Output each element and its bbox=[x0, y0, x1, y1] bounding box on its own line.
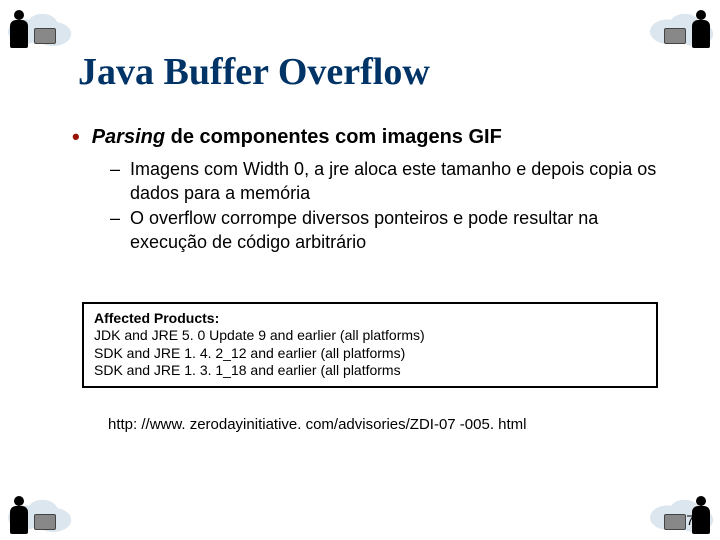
dash-icon: – bbox=[110, 158, 120, 181]
bullet-main-text: Parsing de componentes com imagens GIF bbox=[92, 124, 502, 150]
bullet-sub: – Imagens com Width 0, a jre aloca este … bbox=[110, 158, 670, 205]
decoration-cloud-bottom-left bbox=[4, 490, 74, 536]
bullet-main-italic: Parsing bbox=[92, 126, 165, 148]
dash-icon: – bbox=[110, 207, 120, 230]
bullet-sub-text: O overflow corrompe diversos ponteiros e… bbox=[130, 207, 670, 254]
computer-icon bbox=[34, 514, 56, 530]
affected-line: SDK and JRE 1. 4. 2_12 and earlier (all … bbox=[94, 345, 405, 361]
bullet-main: • Parsing de componentes com imagens GIF bbox=[70, 124, 670, 150]
person-icon bbox=[10, 20, 28, 48]
computer-icon bbox=[664, 514, 686, 530]
computer-icon bbox=[34, 28, 56, 44]
affected-line: JDK and JRE 5. 0 Update 9 and earlier (a… bbox=[94, 327, 425, 343]
reference-url: http: //www. zerodayinitiative. com/advi… bbox=[108, 416, 670, 433]
slide: Java Buffer Overflow • Parsing de compon… bbox=[0, 0, 720, 540]
page-number: 7 bbox=[686, 512, 694, 528]
decoration-cloud-top-right bbox=[646, 4, 716, 50]
decoration-cloud-top-left bbox=[4, 4, 74, 50]
computer-icon bbox=[664, 28, 686, 44]
bullet-main-rest: de componentes com imagens GIF bbox=[165, 126, 502, 148]
person-icon bbox=[692, 20, 710, 48]
person-icon bbox=[10, 506, 28, 534]
decoration-cloud-bottom-right bbox=[646, 490, 716, 536]
bullet-dot-icon: • bbox=[72, 124, 80, 150]
affected-label: Affected Products: bbox=[94, 310, 219, 326]
sub-bullet-list: – Imagens com Width 0, a jre aloca este … bbox=[110, 158, 670, 254]
affected-line: SDK and JRE 1. 3. 1_18 and earlier (all … bbox=[94, 362, 401, 378]
bullet-sub: – O overflow corrompe diversos ponteiros… bbox=[110, 207, 670, 254]
bullet-sub-text: Imagens com Width 0, a jre aloca este ta… bbox=[130, 158, 670, 205]
person-icon bbox=[692, 506, 710, 534]
slide-title: Java Buffer Overflow bbox=[78, 50, 670, 94]
affected-products-box: Affected Products: JDK and JRE 5. 0 Upda… bbox=[82, 302, 658, 388]
